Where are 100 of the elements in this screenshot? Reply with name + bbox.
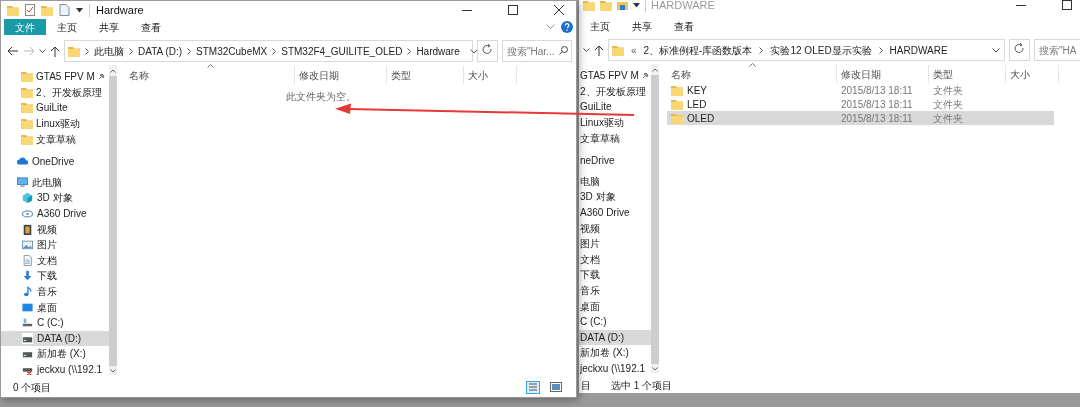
sidebar-item[interactable]: 新加卷 (X:) [579, 345, 651, 361]
details-view-icon [526, 380, 540, 394]
breadcrumb[interactable]: STM32CubeMX [196, 43, 268, 59]
ribbon-tab[interactable]: 共享 [88, 19, 130, 35]
sidebar-item[interactable]: 音乐 [1, 283, 109, 300]
sidebar-item[interactable]: 此电脑 [1, 174, 109, 191]
sidebar-item[interactable]: 下载 [579, 267, 651, 283]
sidebar-item[interactable]: jeckxu (\\192.1 [1, 361, 109, 378]
sidebar-item[interactable]: A360 Drive [579, 204, 651, 221]
sidebar-item[interactable]: 2、开发板原理 [579, 83, 651, 100]
breadcrumb[interactable]: 2、标准例程-库函数版本 [643, 42, 753, 58]
folder-icon [617, 0, 628, 11]
forward-arrow-icon [23, 46, 35, 56]
sidebar-label: 文章草稿 [36, 132, 76, 147]
sidebar-item[interactable]: 3D 对象 [579, 189, 651, 205]
desktop-icon [22, 301, 33, 313]
sidebar-item[interactable]: GuiLite [579, 99, 651, 115]
search-field[interactable]: 搜索"Har... [502, 40, 572, 62]
column-header[interactable]: 修改日期 [295, 66, 387, 84]
sidebar-item[interactable]: DATA (D:) [1, 330, 109, 347]
refresh-icon [477, 40, 498, 62]
scrollbar[interactable] [109, 65, 117, 375]
chevron-right-icon [878, 46, 883, 54]
window-title: HARDWARE [651, 0, 715, 13]
sidebar-item[interactable]: 音乐 [579, 282, 651, 299]
sidebar-item[interactable]: neDrive [579, 152, 651, 169]
ribbon-tab[interactable]: 主页 [579, 18, 621, 34]
column-header[interactable]: 名称 [667, 65, 837, 83]
sidebar-label: 下载 [37, 269, 57, 284]
up-arrow-icon [50, 45, 60, 57]
sidebar-item[interactable]: GuiLite [1, 100, 109, 116]
document-icon [22, 254, 33, 266]
sidebar-item[interactable]: OneDrive [1, 153, 109, 170]
sidebar-item[interactable]: C (C:) [1, 314, 109, 331]
sidebar-item[interactable]: GTA5 FPV M [579, 68, 651, 84]
sidebar-label: GTA5 FPV M [36, 70, 95, 85]
file-name: OLED [687, 111, 715, 126]
address-bar[interactable]: « 2、标准例程-库函数版本 实验12 OLED显示实验 HARDWARE [608, 39, 1005, 61]
sidebar-item[interactable]: C (C:) [579, 313, 651, 330]
file-row[interactable]: OLED 2015/8/13 18:11 文件夹 [667, 111, 1054, 125]
sidebar-item[interactable]: 视频 [1, 221, 109, 237]
sidebar-item[interactable]: 图片 [1, 236, 109, 253]
sidebar-item[interactable]: 文章草稿 [1, 131, 109, 147]
sidebar-item[interactable]: Linux驱动 [1, 115, 109, 132]
search-field[interactable]: 搜索"HA [1034, 39, 1080, 61]
chevron-right-icon [187, 47, 192, 55]
sidebar-item[interactable]: 3D 对象 [1, 190, 109, 206]
sort-caret-icon [749, 63, 756, 67]
column-header[interactable]: 类型 [387, 66, 464, 84]
scrollbar[interactable] [651, 64, 659, 373]
sidebar-item[interactable]: A360 Drive [1, 205, 109, 222]
document-icon [59, 4, 70, 16]
sidebar-item[interactable]: 桌面 [579, 298, 651, 314]
drive-icon [22, 332, 33, 344]
file-row[interactable]: LED 2015/8/13 18:11 文件夹 [667, 97, 1054, 111]
sidebar-item[interactable]: GTA5 FPV M [1, 69, 109, 85]
sidebar-item[interactable]: 2、开发板原理 [1, 84, 109, 101]
breadcrumb[interactable]: DATA (D:) [138, 43, 183, 59]
file-date: 2015/8/13 18:11 [840, 111, 914, 126]
ribbon-tab[interactable]: 查看 [130, 19, 172, 35]
column-header[interactable]: 修改日期 [837, 65, 929, 83]
sidebar-item[interactable]: 文章草稿 [579, 130, 651, 146]
sidebar-item[interactable]: 文档 [579, 251, 651, 268]
sidebar-item[interactable]: jeckxu (\\192.1 [579, 360, 651, 377]
ribbon-tab[interactable]: 主页 [46, 19, 88, 35]
sidebar-item[interactable]: 视频 [579, 220, 651, 236]
folder-icon [671, 98, 683, 110]
sidebar-item[interactable]: Linux驱动 [579, 114, 651, 131]
minimize-icon [462, 9, 472, 11]
file-row[interactable]: KEY 2015/8/13 18:11 文件夹 [667, 83, 1054, 97]
sidebar-label: 图片 [37, 238, 57, 253]
sidebar-label: 电脑 [580, 174, 600, 189]
column-header[interactable]: 名称 [125, 66, 295, 84]
sidebar-item[interactable]: 新加卷 (X:) [1, 346, 109, 362]
column-header[interactable]: 大小 [1006, 65, 1059, 83]
sidebar-item[interactable]: DATA (D:) [579, 329, 651, 346]
back-arrow-icon [7, 46, 19, 56]
column-header[interactable]: 大小 [464, 66, 517, 84]
sidebar-item[interactable]: 桌面 [1, 299, 109, 315]
ribbon-tab[interactable]: 共享 [621, 18, 663, 34]
breadcrumb[interactable]: STM32F4_GUILITE_OLED [281, 43, 403, 59]
sidebar-label: 音乐 [37, 285, 57, 299]
music-note-icon [22, 286, 33, 297]
overflow-chevron[interactable]: « [631, 42, 637, 58]
breadcrumb[interactable]: 实验12 OLED显示实验 [770, 42, 872, 58]
sidebar-item[interactable]: 图片 [579, 235, 651, 252]
folder-icon [41, 4, 53, 16]
sidebar-item[interactable]: 下载 [1, 268, 109, 284]
sidebar-item[interactable]: 电脑 [579, 173, 651, 190]
breadcrumb[interactable]: Hardware [416, 43, 460, 59]
column-header[interactable]: 类型 [929, 65, 1006, 83]
sidebar-label: 桌面 [37, 300, 57, 315]
sidebar-label: C (C:) [580, 315, 607, 330]
breadcrumb[interactable]: 此电脑 [94, 43, 124, 59]
film-icon [22, 223, 33, 235]
sidebar-label: C (C:) [37, 316, 64, 331]
breadcrumb[interactable]: HARDWARE [889, 42, 948, 58]
ribbon-tab[interactable]: 查看 [663, 18, 705, 34]
file-type: 文件夹 [932, 111, 964, 126]
sidebar-item[interactable]: 文档 [1, 252, 109, 269]
